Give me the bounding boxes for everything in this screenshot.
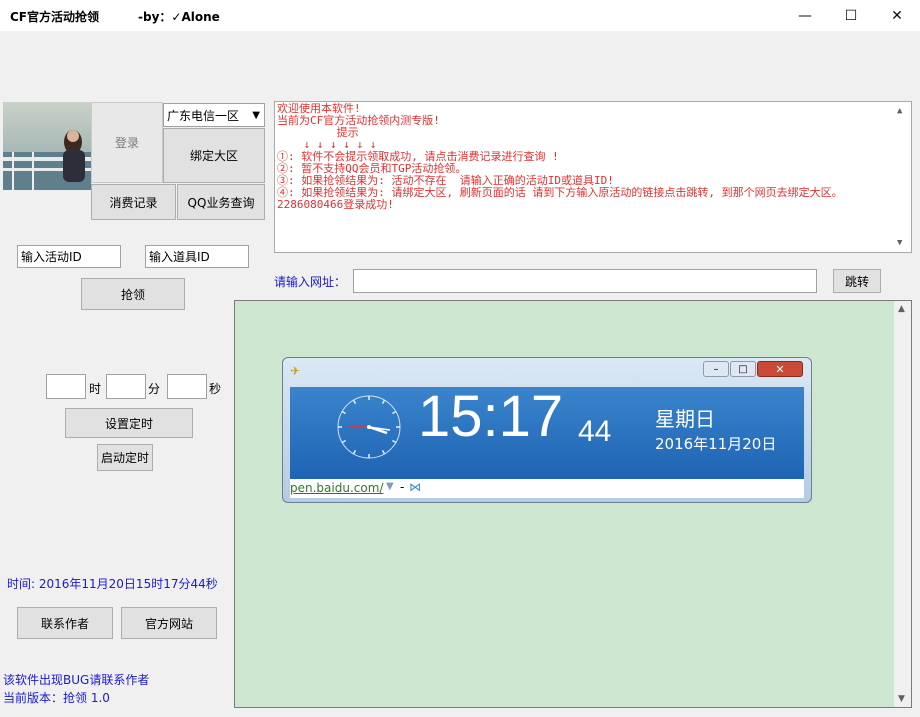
link-separator: - xyxy=(400,480,405,494)
qq-query-button[interactable]: QQ业务查询 xyxy=(177,184,265,220)
grab-button[interactable]: 抢领 xyxy=(81,278,185,310)
dropdown-arrow-icon[interactable]: ▼ xyxy=(386,481,394,492)
log-scrollbar[interactable]: ▲ ▼ xyxy=(893,103,910,251)
window-title: CF官方活动抢领 xyxy=(10,10,100,24)
clock-tick xyxy=(381,450,386,455)
hour-label: 时 xyxy=(89,382,102,396)
widget-maximize-icon[interactable]: □ xyxy=(730,361,756,377)
clock-tick xyxy=(381,399,386,404)
activity-id-input[interactable]: 输入活动ID xyxy=(17,245,121,268)
clock-display: 15:17 44 星期日 2016年11月20日 xyxy=(290,384,804,479)
clock-tick xyxy=(352,450,357,455)
log-line: 2286080466登录成功! xyxy=(277,198,394,211)
author-byline: -by：✓Alone xyxy=(138,10,220,24)
bind-region-button[interactable]: 绑定大区 xyxy=(163,128,265,183)
widget-minimize-icon[interactable]: – xyxy=(703,361,729,377)
close-button[interactable]: ✕ xyxy=(874,0,920,31)
start-timer-button[interactable]: 启动定时 xyxy=(97,444,153,471)
chevron-down-icon: ▼ xyxy=(252,109,260,121)
clock-date: 2016年11月20日 xyxy=(655,435,777,453)
scroll-down-icon[interactable]: ▼ xyxy=(897,237,902,249)
clock-tick xyxy=(341,439,346,444)
avatar-photo xyxy=(3,102,91,190)
clock-tick xyxy=(352,399,357,404)
login-button[interactable]: 登录 xyxy=(91,102,163,183)
official-site-button[interactable]: 官方网站 xyxy=(121,607,217,639)
url-input[interactable] xyxy=(353,269,817,293)
scroll-up-icon[interactable]: ▲ xyxy=(898,304,905,314)
second-input[interactable] xyxy=(167,374,207,399)
clock-seconds: 44 xyxy=(578,415,612,448)
hour-input[interactable] xyxy=(46,374,86,399)
clock-tick xyxy=(341,410,346,415)
contact-author-button[interactable]: 联系作者 xyxy=(17,607,113,639)
bow-icon: ⋈ xyxy=(409,480,421,494)
app-logo-icon: ✈ xyxy=(290,364,301,378)
scroll-up-icon[interactable]: ▲ xyxy=(897,105,902,117)
widget-close-icon[interactable]: ✕ xyxy=(757,361,803,377)
log-panel: 欢迎使用本软件! 当前为CF官方活动抢领内测专版! 提示 ↓ ↓ ↓ ↓ ↓ ↓… xyxy=(274,101,912,253)
clock-tick xyxy=(392,410,397,415)
current-time-text: 时间: 2016年11月20日15时17分44秒 xyxy=(7,577,218,591)
clock-footer: pen.baidu.com/ ▼ - ⋈ xyxy=(290,479,804,498)
server-select-value: 广东电信一区 xyxy=(167,108,240,123)
minute-label: 分 xyxy=(148,382,161,396)
second-label: 秒 xyxy=(209,382,222,396)
bug-note: 该软件出现BUG请联系作者 xyxy=(3,673,150,687)
avatar xyxy=(3,102,91,190)
minimize-button[interactable]: — xyxy=(782,0,828,31)
scroll-down-icon[interactable]: ▼ xyxy=(898,694,905,704)
clock-weekday: 星期日 xyxy=(655,407,715,431)
item-id-input[interactable]: 输入道具ID xyxy=(145,245,249,268)
browser-scrollbar[interactable]: ▲ ▼ xyxy=(894,301,911,707)
consume-record-button[interactable]: 消费记录 xyxy=(91,184,176,220)
url-label: 请输入网址： xyxy=(274,275,347,289)
clock-time: 15:17 xyxy=(418,384,564,449)
go-button[interactable]: 跳转 xyxy=(833,269,881,293)
minute-input[interactable] xyxy=(106,374,146,399)
log-line: 当前为CF官方活动抢领内测专版! xyxy=(277,114,440,127)
analog-clock-icon xyxy=(337,395,401,459)
maximize-button[interactable]: ☐ xyxy=(828,0,874,31)
server-select[interactable]: 广东电信一区 ▼ xyxy=(163,103,265,127)
version-text: 当前版本：抢领 1.0 xyxy=(3,691,110,705)
clock-widget: ✈ – □ ✕ 15:17 44 星期日 2016年11月20日 pen.bai… xyxy=(282,357,812,503)
baidu-link[interactable]: pen.baidu.com/ xyxy=(290,481,383,495)
set-timer-button[interactable]: 设置定时 xyxy=(65,408,193,438)
clock-tick xyxy=(392,439,397,444)
